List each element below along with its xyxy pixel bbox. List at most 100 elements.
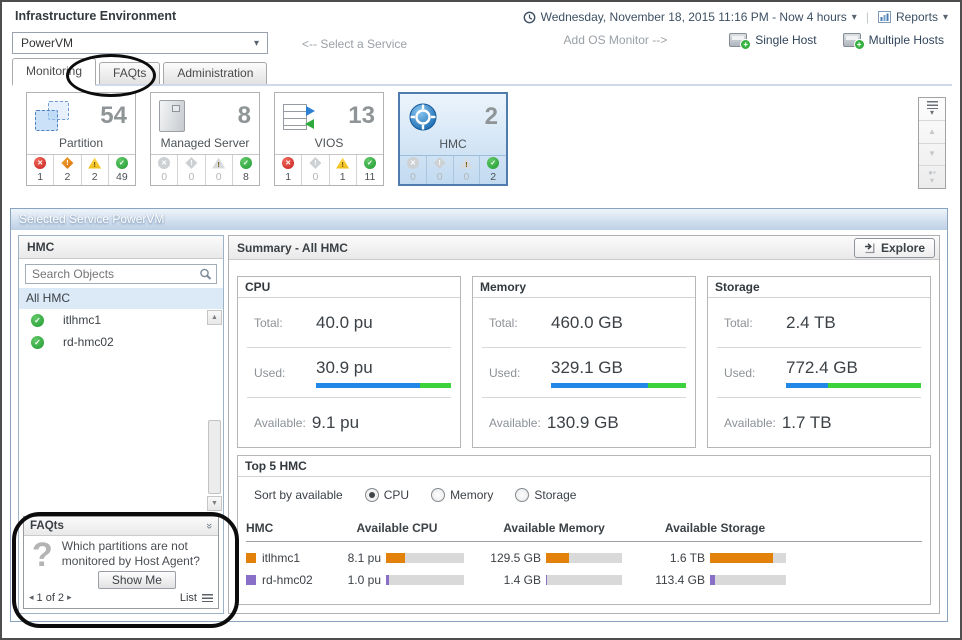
summary-panel: Summary - All HMC Explore CPU bbox=[228, 235, 940, 614]
service-selector-dropdown[interactable]: PowerVM ▾ bbox=[12, 32, 268, 54]
tile-label: HMC bbox=[400, 137, 506, 156]
storage-bar-fill bbox=[710, 553, 773, 563]
tab-strip: Monitoring FAQts Administration bbox=[12, 59, 952, 86]
radio-label: Storage bbox=[534, 488, 576, 502]
scrollbar[interactable]: ▲ ▼ bbox=[207, 310, 222, 511]
warning-icon: ! bbox=[88, 158, 101, 169]
storage-value: 113.4 GB bbox=[644, 573, 710, 587]
memory-bar-fill bbox=[546, 553, 569, 563]
reports-menu[interactable]: Reports bbox=[896, 10, 938, 24]
table-row[interactable]: itlhmc1 8.1 pu 129.5 GB 1.6 TB bbox=[246, 547, 922, 569]
column-header-memory: Available Memory bbox=[486, 521, 622, 535]
table-row[interactable]: rd-hmc02 1.0 pu 1.4 GB 113.4 GB bbox=[246, 569, 922, 591]
total-label: Total: bbox=[254, 316, 316, 330]
tile-view-controls: ▾ ▲ ▼ ●▪▾ bbox=[918, 97, 946, 189]
single-host-icon bbox=[729, 33, 747, 47]
cpu-bar-fill bbox=[386, 553, 405, 563]
vios-icon bbox=[283, 102, 315, 130]
tile-vios[interactable]: 13 VIOS ✕ 1 ! 0 ! 1 ✓ 11 bbox=[274, 92, 384, 186]
scroll-down-button[interactable]: ▼ bbox=[919, 144, 945, 167]
radio-cpu[interactable]: CPU bbox=[365, 488, 409, 502]
chevron-down-icon[interactable]: ▾ bbox=[943, 12, 948, 23]
chevron-down-icon[interactable]: ▾ bbox=[852, 12, 857, 23]
tile-managed-server[interactable]: 8 Managed Server ✕ 0 ! 0 ! 0 ✓ 8 bbox=[150, 92, 260, 186]
critical-icon: ! bbox=[309, 157, 321, 169]
column-header-storage: Available Storage bbox=[644, 521, 786, 535]
faqts-title: FAQts bbox=[30, 517, 64, 535]
status-count: 2 bbox=[92, 171, 98, 183]
memory-bar bbox=[546, 575, 622, 585]
scrollbar-thumb[interactable] bbox=[208, 420, 221, 494]
radio-storage[interactable]: Storage bbox=[515, 488, 576, 502]
explore-button[interactable]: Explore bbox=[854, 238, 935, 258]
hmc-name: itlhmc1 bbox=[63, 313, 101, 327]
tile-label: Partition bbox=[27, 136, 135, 155]
page-title: Infrastructure Environment bbox=[15, 9, 176, 23]
column-header-hmc: HMC bbox=[246, 521, 330, 535]
normal-status-icon: ✓ bbox=[31, 336, 44, 349]
radio-button-icon bbox=[515, 488, 529, 502]
status-normal: ✓ 49 bbox=[109, 155, 135, 185]
storage-total-value: 2.4 TB bbox=[786, 313, 836, 333]
tab-faqts[interactable]: FAQts bbox=[99, 62, 160, 84]
list-item[interactable]: ✓ rd-hmc02 bbox=[19, 331, 223, 353]
question-mark-icon: ? bbox=[32, 539, 53, 589]
memory-value: 129.5 GB bbox=[486, 551, 546, 565]
os-monitor-row: Add OS Monitor --> Single Host Multiple … bbox=[564, 33, 944, 47]
tab-administration[interactable]: Administration bbox=[163, 62, 267, 84]
show-me-button[interactable]: Show Me bbox=[98, 571, 176, 589]
search-icon[interactable] bbox=[199, 268, 212, 281]
memory-bar-fill bbox=[546, 575, 547, 585]
multiple-hosts-button[interactable]: Multiple Hosts bbox=[843, 33, 944, 47]
divider: | bbox=[866, 10, 869, 24]
prev-arrow-icon[interactable]: ◂ bbox=[29, 592, 34, 603]
single-host-label: Single Host bbox=[755, 33, 816, 47]
faq-list-link[interactable]: List bbox=[180, 592, 213, 604]
time-range-label: Wednesday, November 18, 2015 11:16 PM - … bbox=[541, 10, 847, 24]
tile-sort-menu-button[interactable]: ▾ bbox=[919, 98, 945, 121]
search-input[interactable] bbox=[25, 264, 217, 284]
status-critical: ! 2 bbox=[54, 155, 81, 185]
storage-card: Storage Total: 2.4 TB Used: bbox=[707, 276, 931, 448]
scroll-up-button[interactable]: ▲ bbox=[207, 310, 222, 325]
tile-partition[interactable]: 54 Partition ✕ 1 ! 2 ! 2 ✓ 49 bbox=[26, 92, 136, 186]
top5-table: HMC Available CPU Available Memory Avail… bbox=[238, 513, 930, 604]
tile-options-button[interactable]: ●▪▾ bbox=[919, 166, 945, 188]
table-header-row: HMC Available CPU Available Memory Avail… bbox=[246, 515, 922, 542]
status-count: 1 bbox=[340, 171, 346, 183]
status-count: 0 bbox=[188, 171, 194, 183]
selected-service-panel: Selected Service PowerVM HMC All HMC bbox=[10, 208, 948, 622]
time-range-control[interactable]: Wednesday, November 18, 2015 11:16 PM - … bbox=[523, 10, 948, 24]
storage-value: 1.6 TB bbox=[644, 551, 710, 565]
status-count: 0 bbox=[437, 171, 443, 183]
collapse-chevron-icon[interactable]: » bbox=[200, 523, 218, 529]
tab-monitoring[interactable]: Monitoring bbox=[12, 58, 96, 86]
tile-count: 2 bbox=[485, 103, 498, 131]
status-normal: ✓ 8 bbox=[233, 155, 259, 185]
warning-icon: ! bbox=[460, 158, 473, 169]
column-header-cpu: Available CPU bbox=[330, 521, 464, 535]
storage-available-value: 1.7 TB bbox=[782, 413, 832, 433]
scroll-up-button[interactable]: ▲ bbox=[919, 121, 945, 144]
status-warning: ! 1 bbox=[330, 155, 357, 185]
cpu-usage-bar bbox=[316, 383, 451, 388]
cpu-total-value: 40.0 pu bbox=[316, 313, 373, 333]
partition-icon bbox=[35, 101, 69, 131]
single-host-button[interactable]: Single Host bbox=[729, 33, 816, 47]
sidebar-item-all-hmc[interactable]: All HMC bbox=[19, 288, 223, 309]
memory-total-value: 460.0 GB bbox=[551, 313, 623, 333]
faq-pager[interactable]: ◂ 1 of 2 ▸ bbox=[29, 592, 72, 604]
hmc-name: rd-hmc02 bbox=[63, 335, 114, 349]
status-count: 0 bbox=[410, 171, 416, 183]
cpu-value: 8.1 pu bbox=[330, 551, 386, 565]
scroll-down-button[interactable]: ▼ bbox=[207, 496, 222, 511]
radio-memory[interactable]: Memory bbox=[431, 488, 493, 502]
cpu-usage-fill bbox=[316, 383, 420, 388]
legend-swatch bbox=[246, 575, 256, 585]
list-item[interactable]: ✓ itlhmc1 bbox=[19, 309, 223, 331]
status-critical: ! 0 bbox=[302, 155, 329, 185]
next-arrow-icon[interactable]: ▸ bbox=[67, 592, 72, 603]
fatal-icon: ✕ bbox=[407, 157, 419, 169]
tile-hmc[interactable]: 2 HMC ✕ 0 ! 0 ! 0 ✓ 2 bbox=[398, 92, 508, 186]
memory-bar bbox=[546, 553, 622, 563]
